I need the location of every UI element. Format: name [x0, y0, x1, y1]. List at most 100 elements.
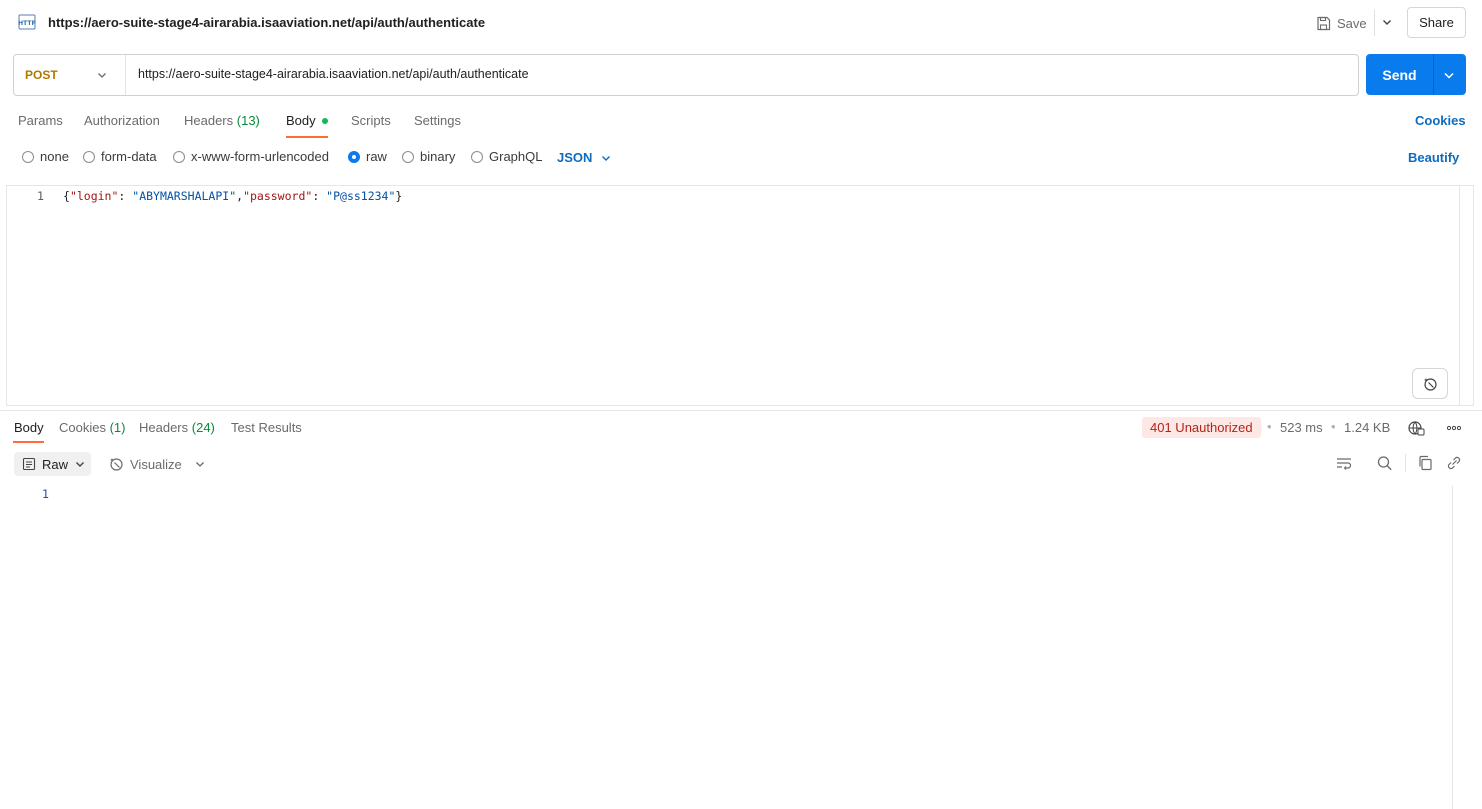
response-tab-test-results[interactable]: Test Results [231, 420, 302, 435]
chevron-down-icon[interactable] [1442, 68, 1456, 82]
status-badge[interactable]: 401 Unauthorized [1142, 417, 1261, 438]
request-title[interactable]: https://aero-suite-stage4-airarabia.isaa… [48, 15, 485, 30]
response-tab-headers-count: (24) [191, 420, 215, 435]
pane-divider[interactable] [0, 410, 1482, 411]
tab-scripts[interactable]: Scripts [351, 113, 391, 128]
beautify-button[interactable]: Beautify [1408, 150, 1459, 165]
radio-circle [402, 150, 414, 163]
sparkle-icon [1424, 377, 1437, 391]
http-request-icon: HTTP [18, 14, 36, 30]
json-key: "password" [243, 189, 313, 203]
more-options-icon[interactable] [1446, 421, 1462, 435]
response-size[interactable]: 1.24 KB [1344, 420, 1390, 435]
active-tab-indicator [13, 441, 44, 443]
radio-form-data[interactable]: form-data [83, 149, 157, 164]
tab-headers-count: (13) [236, 113, 260, 128]
link-icon[interactable] [1445, 455, 1463, 471]
send-divider [1433, 54, 1434, 95]
radio-circle-selected [348, 150, 360, 163]
visualize-label: Visualize [130, 456, 182, 472]
separator-bullet: • [1267, 419, 1272, 434]
request-tabs: Params Authorization Headers (13) Body S… [0, 106, 1482, 138]
response-tab-cookies-count: (1) [109, 420, 126, 435]
colon: : [312, 189, 327, 203]
body-type-options: none form-data x-www-form-urlencoded raw… [0, 146, 1482, 168]
tab-headers-label: Headers [184, 113, 234, 128]
raw-view-select[interactable]: Raw [14, 452, 91, 476]
tab-headers[interactable]: Headers (13) [184, 113, 260, 128]
editor-scrollbar[interactable] [1459, 185, 1474, 406]
tab-body[interactable]: Body [286, 113, 328, 128]
visualize-icon [110, 458, 123, 471]
radio-urlencoded-label: x-www-form-urlencoded [191, 149, 329, 164]
chevron-down-icon[interactable] [194, 458, 206, 470]
brace: { [63, 189, 70, 203]
brace: } [395, 189, 403, 203]
format-label: JSON [557, 150, 593, 165]
radio-urlencoded[interactable]: x-www-form-urlencoded [173, 149, 329, 164]
radio-graphql[interactable]: GraphQL [471, 149, 542, 164]
code-line[interactable]: {"login": "ABYMARSHALAPI","password": "P… [63, 189, 402, 203]
response-tab-headers-label: Headers [139, 420, 189, 435]
response-toolbar: Raw Visualize [0, 450, 1482, 478]
save-divider [1374, 10, 1375, 36]
radio-graphql-label: GraphQL [489, 149, 543, 164]
radio-circle [22, 150, 34, 163]
line-number: 1 [37, 189, 44, 203]
radio-none[interactable]: none [22, 149, 69, 164]
chevron-down-icon [602, 155, 611, 161]
request-body-editor[interactable]: 1 {"login": "ABYMARSHALAPI","password": … [6, 185, 1474, 406]
request-header: HTTP https://aero-suite-stage4-airarabia… [0, 0, 1482, 46]
method-label: POST [25, 68, 58, 82]
colon: : [118, 189, 133, 203]
response-scrollbar[interactable] [1452, 486, 1453, 809]
response-time[interactable]: 523 ms [1280, 420, 1323, 435]
radio-binary-label: binary [420, 149, 456, 164]
save-button[interactable]: Save [1316, 12, 1367, 34]
tab-authorization[interactable]: Authorization [84, 113, 160, 128]
cookies-link[interactable]: Cookies [1415, 113, 1466, 128]
chevron-down-icon[interactable] [1381, 16, 1393, 28]
radio-none-label: none [40, 149, 69, 164]
radio-form-data-label: form-data [101, 149, 157, 164]
tab-body-label: Body [286, 113, 316, 128]
separator-bullet: • [1331, 419, 1336, 434]
method-select[interactable]: POST [14, 55, 125, 95]
send-button[interactable]: Send [1366, 54, 1433, 95]
chevron-down-icon [76, 462, 85, 467]
response-tab-body[interactable]: Body [14, 420, 44, 435]
response-tab-cookies-label: Cookies [59, 420, 106, 435]
response-tab-cookies[interactable]: Cookies (1) [59, 420, 125, 435]
tab-settings[interactable]: Settings [414, 113, 461, 128]
radio-binary[interactable]: binary [402, 149, 455, 164]
radio-raw-label: raw [366, 149, 387, 164]
tab-params[interactable]: Params [18, 113, 63, 128]
network-globe-icon[interactable] [1407, 420, 1425, 436]
chevron-down-icon[interactable] [96, 69, 108, 81]
active-tab-indicator [286, 136, 328, 138]
document-icon [22, 457, 36, 471]
copy-icon[interactable] [1417, 455, 1435, 471]
radio-raw[interactable]: raw [348, 149, 387, 164]
radio-circle [83, 150, 95, 163]
body-modified-dot [321, 117, 328, 124]
json-string: "ABYMARSHALAPI" [132, 189, 237, 203]
svg-text:HTTP: HTTP [18, 20, 36, 27]
search-icon[interactable] [1376, 455, 1394, 471]
response-tab-headers[interactable]: Headers (24) [139, 420, 215, 435]
json-key: "login" [69, 189, 119, 203]
toolbar-divider [1405, 454, 1406, 472]
url-input[interactable] [138, 67, 1338, 81]
send-button-group: Send [1366, 54, 1466, 95]
wrap-lines-icon[interactable] [1335, 455, 1353, 471]
raw-label: Raw [42, 456, 69, 472]
radio-circle [471, 150, 483, 163]
share-button[interactable]: Share [1407, 7, 1466, 38]
visualize-button[interactable]: Visualize [108, 452, 182, 476]
response-line-number: 1 [42, 487, 49, 501]
ai-assist-button[interactable] [1412, 368, 1448, 399]
save-icon [1317, 16, 1331, 30]
method-divider [125, 55, 126, 95]
json-string: "P@ss1234" [326, 189, 396, 203]
format-select[interactable]: JSON [557, 150, 612, 165]
